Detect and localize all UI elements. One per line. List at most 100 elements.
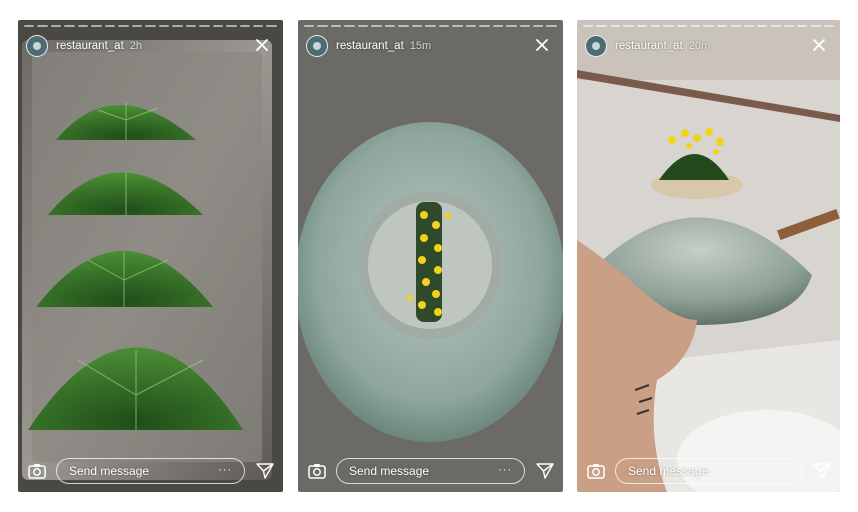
progress-segment bbox=[77, 25, 89, 27]
story-progress-bar bbox=[304, 25, 557, 27]
progress-segment bbox=[716, 25, 728, 27]
message-placeholder: Send message bbox=[349, 464, 430, 478]
story-photo-leaves-on-tray bbox=[18, 20, 283, 492]
progress-segment bbox=[145, 25, 156, 27]
progress-segment bbox=[24, 25, 35, 27]
story-photo-bowl-top-view bbox=[298, 20, 563, 492]
camera-icon bbox=[28, 464, 46, 479]
message-placeholder: Send message bbox=[628, 464, 709, 478]
progress-segment bbox=[690, 25, 701, 27]
progress-segment bbox=[252, 25, 264, 27]
send-button[interactable] bbox=[253, 459, 277, 483]
story-photo-hand-holding-bowl bbox=[577, 20, 840, 492]
progress-segment bbox=[199, 25, 210, 27]
story-header: restaurant_at 15m bbox=[306, 33, 555, 59]
progress-segment bbox=[158, 25, 170, 27]
send-message-input[interactable]: Send message ··· bbox=[615, 458, 802, 484]
profile-avatar[interactable] bbox=[306, 35, 328, 57]
username[interactable]: restaurant_at bbox=[56, 40, 124, 52]
progress-segment bbox=[730, 25, 741, 27]
progress-segment bbox=[411, 25, 423, 27]
progress-segment bbox=[810, 25, 821, 27]
story-footer: Send message ··· bbox=[583, 456, 834, 486]
progress-segment bbox=[756, 25, 768, 27]
progress-segment bbox=[609, 25, 621, 27]
more-options-icon[interactable]: ··· bbox=[775, 464, 789, 476]
progress-segment bbox=[623, 25, 634, 27]
progress-segment bbox=[676, 25, 687, 27]
progress-segment bbox=[546, 25, 557, 27]
close-icon[interactable] bbox=[531, 34, 553, 56]
camera-button[interactable] bbox=[304, 458, 330, 484]
progress-segment bbox=[37, 25, 48, 27]
more-options-icon[interactable]: ··· bbox=[218, 464, 232, 476]
progress-segment bbox=[384, 25, 396, 27]
progress-segment bbox=[770, 25, 781, 27]
send-message-input[interactable]: Send message ··· bbox=[336, 458, 525, 484]
story-footer: Send message ··· bbox=[24, 456, 277, 486]
progress-segment bbox=[519, 25, 530, 27]
progress-segment bbox=[131, 25, 143, 27]
progress-segment bbox=[304, 25, 315, 27]
username[interactable]: restaurant_at bbox=[336, 40, 404, 52]
close-icon[interactable] bbox=[808, 34, 830, 56]
story-header: restaurant_at 2h bbox=[26, 33, 275, 59]
camera-button[interactable] bbox=[583, 458, 609, 484]
progress-segment bbox=[492, 25, 504, 27]
progress-segment bbox=[398, 25, 409, 27]
progress-segment bbox=[506, 25, 517, 27]
story-card-1[interactable]: restaurant_at 2h Send message ··· bbox=[18, 20, 283, 492]
send-button[interactable] bbox=[533, 459, 557, 483]
camera-icon bbox=[308, 464, 326, 479]
progress-segment bbox=[663, 25, 674, 27]
profile-avatar[interactable] bbox=[26, 35, 48, 57]
story-footer: Send message ··· bbox=[304, 456, 557, 486]
post-time: 2h bbox=[129, 40, 143, 52]
progress-segment bbox=[465, 25, 477, 27]
progress-segment bbox=[226, 25, 237, 27]
progress-segment bbox=[823, 25, 835, 27]
progress-segment bbox=[172, 25, 183, 27]
username[interactable]: restaurant_at bbox=[615, 40, 683, 52]
post-time: 15m bbox=[409, 40, 432, 52]
message-placeholder: Send message bbox=[69, 464, 150, 478]
progress-segment bbox=[636, 25, 647, 27]
story-card-3[interactable]: restaurant_at 20m Send message ··· bbox=[577, 20, 840, 492]
camera-button[interactable] bbox=[24, 458, 50, 484]
paper-plane-icon bbox=[256, 463, 274, 479]
progress-segment bbox=[344, 25, 355, 27]
progress-segment bbox=[649, 25, 661, 27]
progress-segment bbox=[212, 25, 224, 27]
progress-segment bbox=[532, 25, 544, 27]
progress-segment bbox=[479, 25, 490, 27]
story-card-2[interactable]: restaurant_at 15m Send message ··· bbox=[298, 20, 563, 492]
send-message-input[interactable]: Send message ··· bbox=[56, 458, 245, 484]
progress-segment bbox=[583, 25, 594, 27]
story-progress-bar bbox=[583, 25, 835, 27]
progress-segment bbox=[797, 25, 808, 27]
progress-segment bbox=[596, 25, 607, 27]
paper-plane-icon bbox=[536, 463, 554, 479]
progress-segment bbox=[118, 25, 129, 27]
post-time: 20m bbox=[688, 40, 711, 52]
progress-segment bbox=[50, 25, 62, 27]
progress-segment bbox=[185, 25, 197, 27]
progress-segment bbox=[330, 25, 342, 27]
progress-segment bbox=[104, 25, 116, 27]
profile-avatar[interactable] bbox=[585, 35, 607, 57]
more-options-icon[interactable]: ··· bbox=[498, 464, 512, 476]
progress-segment bbox=[703, 25, 714, 27]
story-header: restaurant_at 20m bbox=[585, 33, 832, 59]
progress-segment bbox=[438, 25, 450, 27]
progress-segment bbox=[452, 25, 463, 27]
story-progress-bar bbox=[24, 25, 277, 27]
progress-segment bbox=[64, 25, 75, 27]
send-button[interactable] bbox=[810, 459, 834, 483]
progress-segment bbox=[357, 25, 369, 27]
paper-plane-icon bbox=[813, 463, 831, 479]
progress-segment bbox=[239, 25, 250, 27]
close-icon[interactable] bbox=[251, 34, 273, 56]
progress-segment bbox=[91, 25, 102, 27]
camera-icon bbox=[587, 464, 605, 479]
progress-segment bbox=[317, 25, 328, 27]
